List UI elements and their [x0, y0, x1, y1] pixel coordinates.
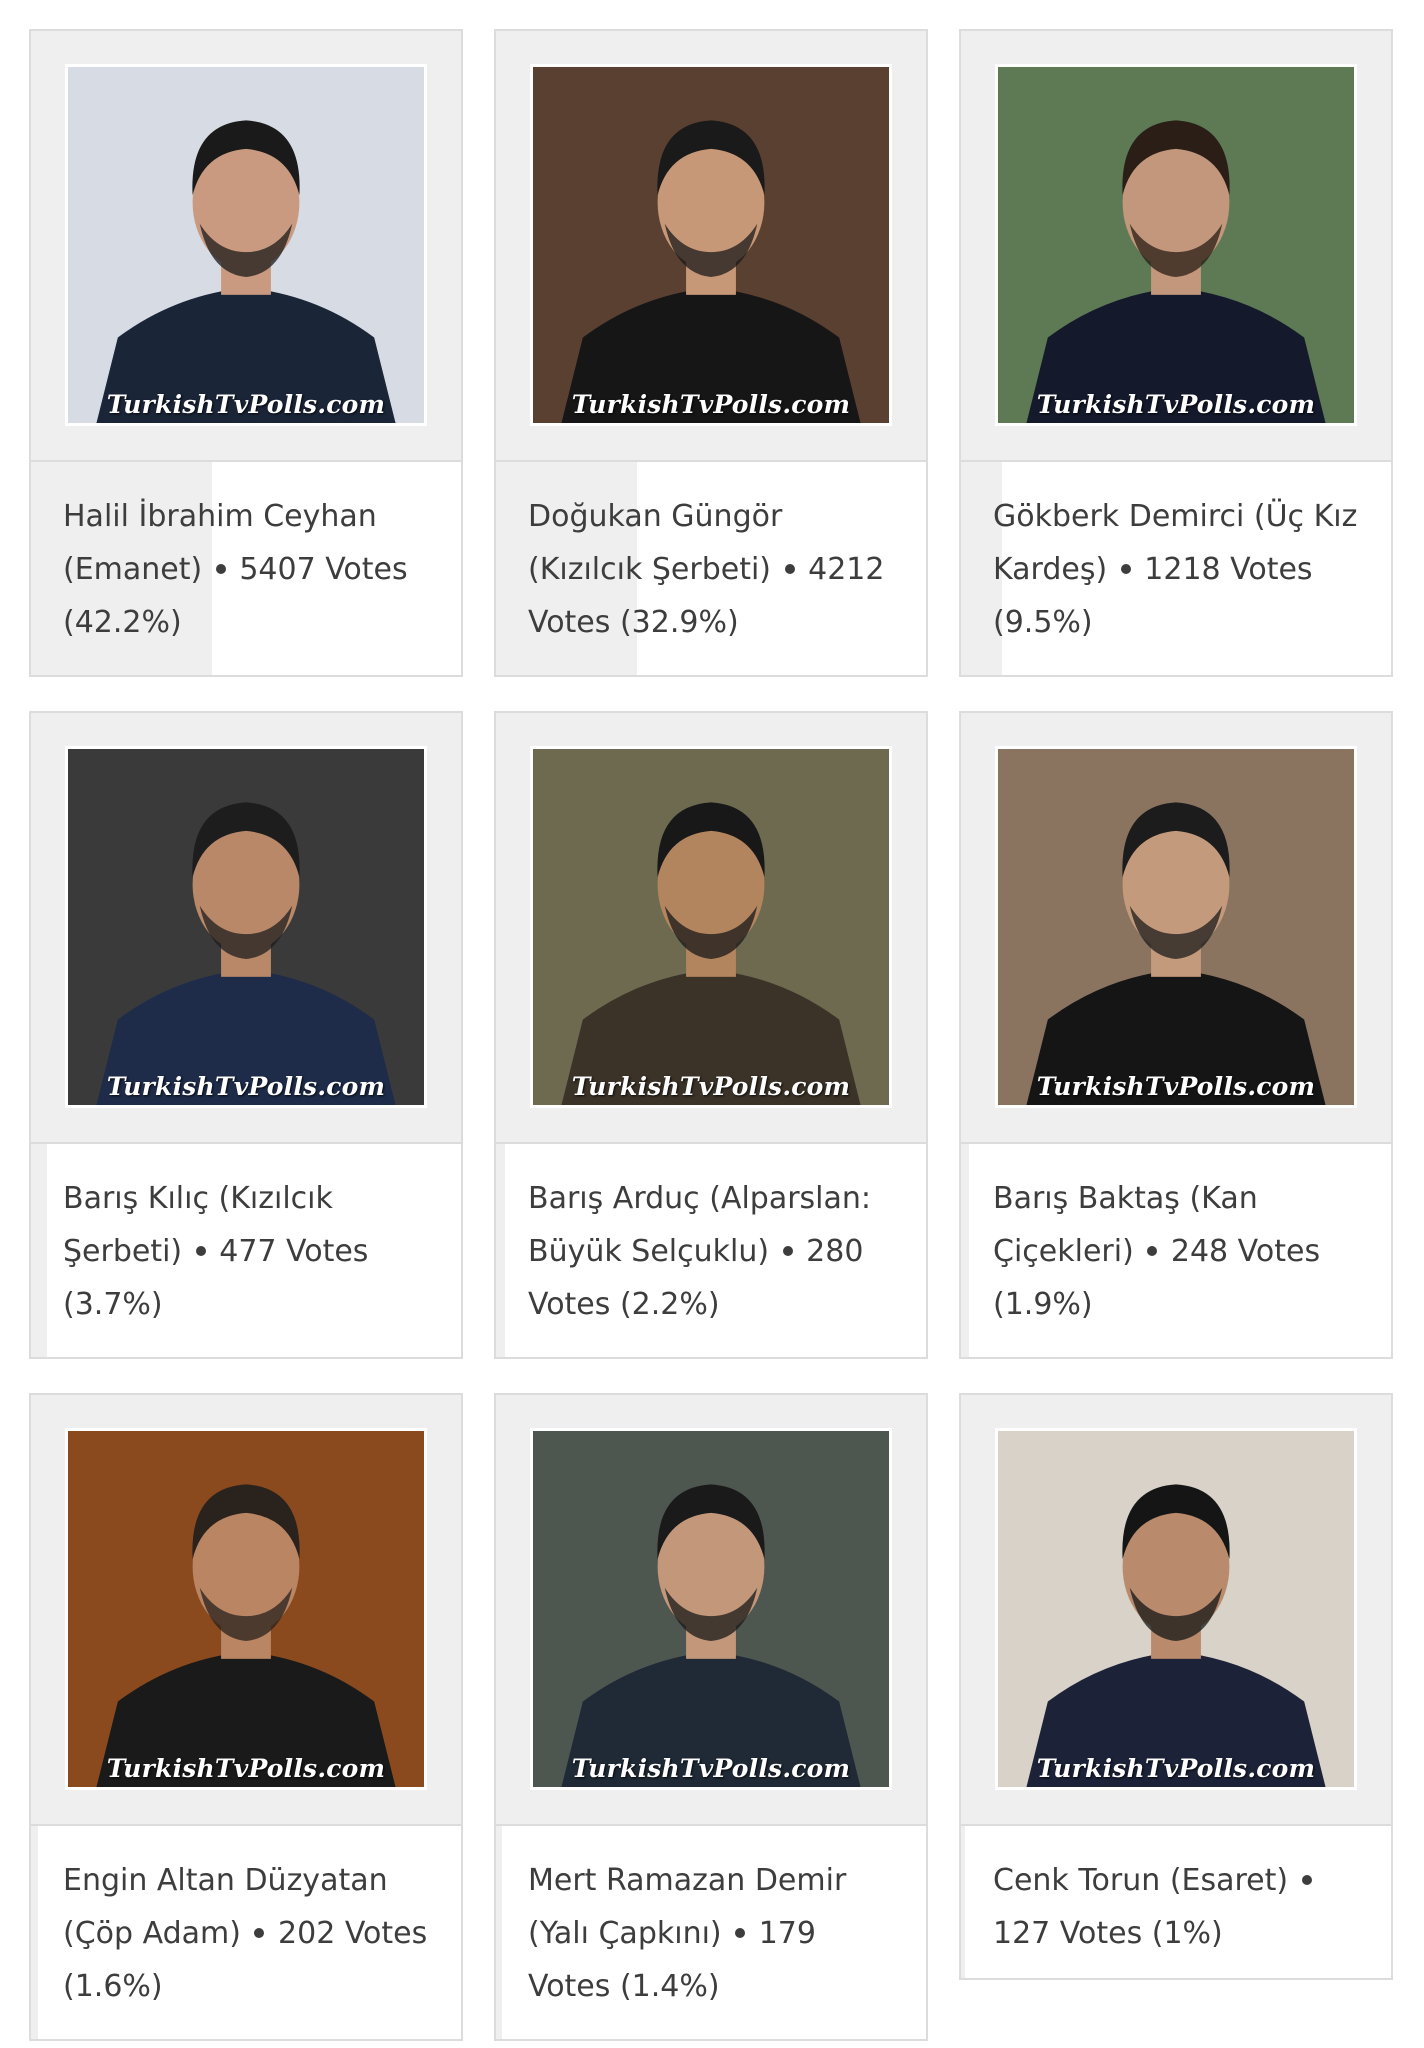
actor-photo[interactable]: TurkishTvPolls.com [65, 746, 427, 1108]
result-card: TurkishTvPolls.com Barış Baktaş (Kan Çiç… [959, 711, 1393, 1359]
photo-frame: TurkishTvPolls.com [961, 713, 1391, 1144]
portrait-image [68, 749, 424, 1105]
actor-photo[interactable]: TurkishTvPolls.com [530, 746, 892, 1108]
photo-frame: TurkishTvPolls.com [31, 31, 461, 462]
result-caption: Barış Kılıç (Kızılcık Şerbeti) 477 Votes… [31, 1144, 461, 1357]
vote-percent: (32.9%) [619, 605, 739, 640]
result-card: TurkishTvPolls.com Cenk Torun (Esaret) 1… [959, 1393, 1393, 1980]
vote-percent: (1%) [1151, 1916, 1223, 1951]
photo-frame: TurkishTvPolls.com [31, 713, 461, 1144]
photo-frame: TurkishTvPolls.com [961, 31, 1391, 462]
result-card: TurkishTvPolls.com Engin Altan Düzyatan … [29, 1393, 463, 2041]
watermark-text: TurkishTvPolls.com [106, 1072, 386, 1101]
vote-percent: (42.2%) [63, 605, 182, 640]
bullet-dot-icon [735, 1927, 746, 1938]
watermark-text: TurkishTvPolls.com [571, 1072, 851, 1101]
bullet-dot-icon [1120, 563, 1131, 574]
vote-share-bar [31, 1144, 47, 1357]
vote-percent: (1.9%) [993, 1287, 1093, 1322]
portrait-image [998, 67, 1354, 423]
watermark-text: TurkishTvPolls.com [571, 390, 851, 419]
portrait-image [533, 1431, 889, 1787]
photo-frame: TurkishTvPolls.com [496, 1395, 926, 1826]
actor-name: Halil İbrahim Ceyhan [63, 499, 377, 534]
result-caption: Barış Baktaş (Kan Çiçekleri) 248 Votes (… [961, 1144, 1391, 1357]
watermark-text: TurkishTvPolls.com [106, 1754, 386, 1783]
portrait-image [533, 749, 889, 1105]
photo-frame: TurkishTvPolls.com [496, 713, 926, 1144]
vote-percent: (9.5%) [993, 605, 1093, 640]
result-caption: Cenk Torun (Esaret) 127 Votes (1%) [961, 1826, 1391, 1978]
bullet-dot-icon [215, 563, 226, 574]
bullet-dot-icon [254, 1927, 265, 1938]
result-card: TurkishTvPolls.com Barış Kılıç (Kızılcık… [29, 711, 463, 1359]
vote-count: 248 Votes [1170, 1234, 1321, 1269]
vote-share-bar [496, 1826, 503, 2039]
actor-name: Barış Arduç [528, 1181, 700, 1216]
actor-photo[interactable]: TurkishTvPolls.com [530, 64, 892, 426]
bullet-dot-icon [782, 1245, 793, 1256]
portrait-image [998, 749, 1354, 1105]
poll-results-grid: TurkishTvPolls.com Halil İbrahim Ceyhan … [29, 29, 1393, 2041]
bullet-dot-icon [784, 563, 795, 574]
vote-percent: (2.2%) [619, 1287, 720, 1322]
vote-share-bar [496, 1144, 506, 1357]
vote-count: 202 Votes [278, 1916, 428, 1951]
vote-percent: (1.6%) [63, 1969, 163, 2004]
actor-name: Engin Altan Düzyatan [63, 1863, 388, 1898]
result-caption: Engin Altan Düzyatan (Çöp Adam) 202 Vote… [31, 1826, 461, 2039]
photo-frame: TurkishTvPolls.com [496, 31, 926, 462]
vote-count: 1218 Votes [1144, 552, 1313, 587]
result-card: TurkishTvPolls.com Barış Arduç (Alparsla… [494, 711, 928, 1359]
actor-photo[interactable]: TurkishTvPolls.com [65, 64, 427, 426]
bullet-dot-icon [1301, 1874, 1312, 1885]
actor-photo[interactable]: TurkishTvPolls.com [65, 1428, 427, 1790]
watermark-text: TurkishTvPolls.com [1036, 1072, 1316, 1101]
vote-percent: (3.7%) [63, 1287, 163, 1322]
result-card: TurkishTvPolls.com Halil İbrahim Ceyhan … [29, 29, 463, 677]
portrait-image [533, 67, 889, 423]
actor-name: Doğukan Güngör [528, 499, 783, 534]
portrait-image [68, 67, 424, 423]
show-title: (Çöp Adam) [63, 1916, 241, 1951]
result-caption: Gökberk Demirci (Üç Kız Kardeş) 1218 Vot… [961, 462, 1391, 675]
watermark-text: TurkishTvPolls.com [1036, 1754, 1316, 1783]
portrait-image [998, 1431, 1354, 1787]
show-title: (Emanet) [63, 552, 203, 587]
photo-frame: TurkishTvPolls.com [31, 1395, 461, 1826]
result-card: TurkishTvPolls.com Mert Ramazan Demir (Y… [494, 1393, 928, 2041]
result-caption: Halil İbrahim Ceyhan (Emanet) 5407 Votes… [31, 462, 461, 675]
bullet-dot-icon [195, 1245, 206, 1256]
show-title: (Kızılcık Şerbeti) [528, 552, 772, 587]
actor-photo[interactable]: TurkishTvPolls.com [995, 1428, 1357, 1790]
actor-name: Barış Kılıç [63, 1181, 209, 1216]
vote-share-bar [961, 1826, 966, 1978]
vote-count: 5407 Votes [239, 552, 408, 587]
result-caption: Mert Ramazan Demir (Yalı Çapkını) 179 Vo… [496, 1826, 926, 2039]
actor-photo[interactable]: TurkishTvPolls.com [995, 746, 1357, 1108]
actor-name: Gökberk Demirci [993, 499, 1245, 534]
watermark-text: TurkishTvPolls.com [1036, 390, 1316, 419]
watermark-text: TurkishTvPolls.com [571, 1754, 851, 1783]
bullet-dot-icon [1147, 1245, 1158, 1256]
result-card: TurkishTvPolls.com Gökberk Demirci (Üç K… [959, 29, 1393, 677]
result-caption: Doğukan Güngör (Kızılcık Şerbeti) 4212 V… [496, 462, 926, 675]
portrait-image [68, 1431, 424, 1787]
actor-photo[interactable]: TurkishTvPolls.com [995, 64, 1357, 426]
actor-name: Cenk Torun [993, 1863, 1161, 1898]
vote-count: 477 Votes [219, 1234, 369, 1269]
result-card: TurkishTvPolls.com Doğukan Güngör (Kızıl… [494, 29, 928, 677]
watermark-text: TurkishTvPolls.com [106, 390, 386, 419]
actor-photo[interactable]: TurkishTvPolls.com [530, 1428, 892, 1790]
show-title: (Yalı Çapkını) [528, 1916, 722, 1951]
actor-name: Barış Baktaş [993, 1181, 1180, 1216]
actor-name: Mert Ramazan Demir [528, 1863, 847, 1898]
vote-share-bar [961, 1144, 970, 1357]
show-title: (Esaret) [1169, 1863, 1289, 1898]
result-caption: Barış Arduç (Alparslan: Büyük Selçuklu) … [496, 1144, 926, 1357]
vote-percent: (1.4%) [619, 1969, 720, 2004]
vote-share-bar [31, 1826, 38, 2039]
vote-count: 127 Votes [993, 1916, 1143, 1951]
photo-frame: TurkishTvPolls.com [961, 1395, 1391, 1826]
